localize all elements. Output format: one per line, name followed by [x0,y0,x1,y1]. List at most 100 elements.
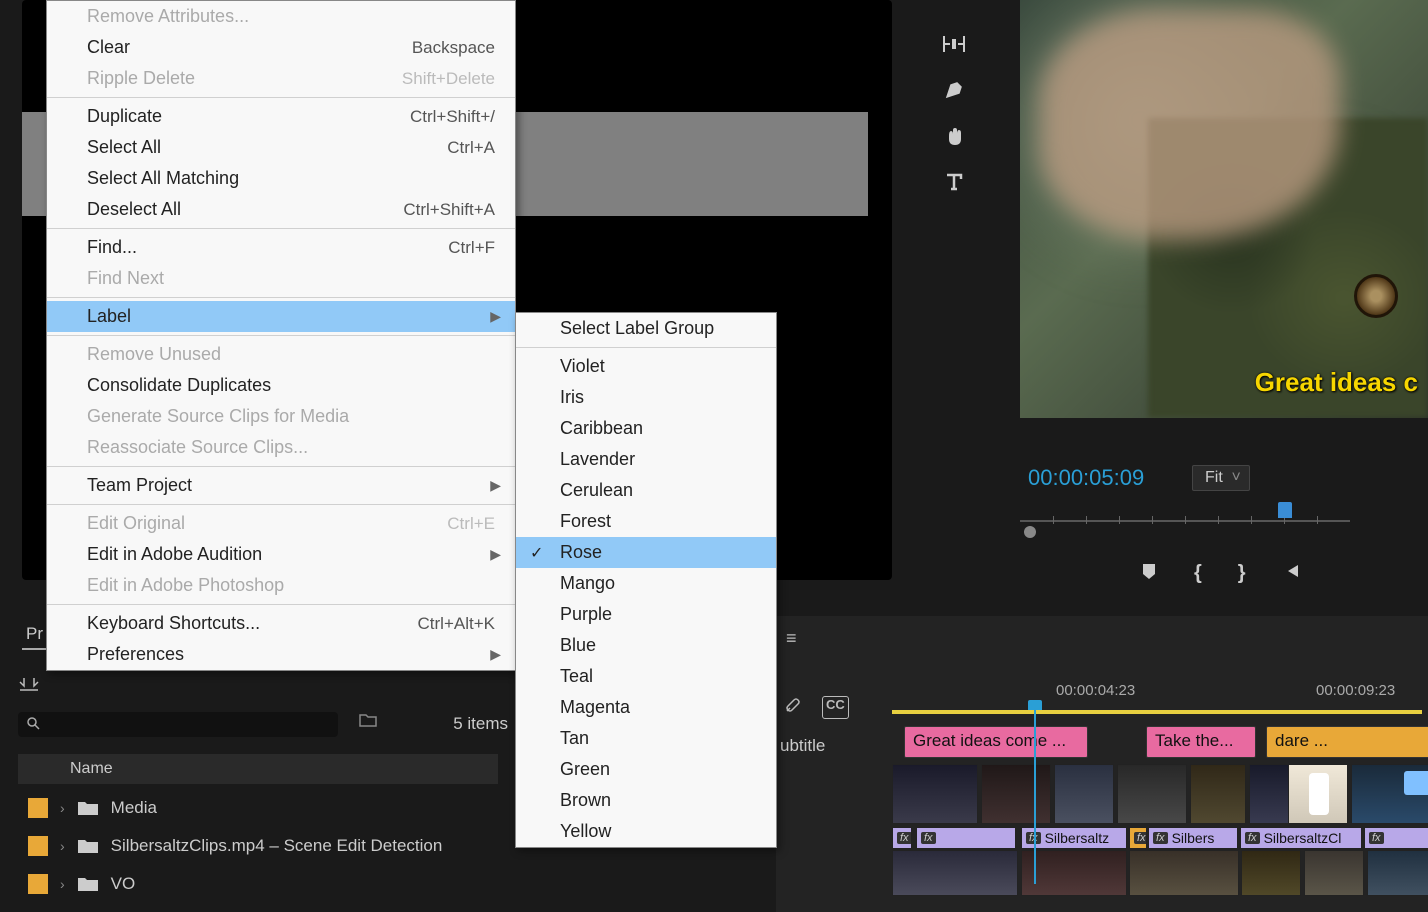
edit-context-menu: Remove Attributes...ClearBackspaceRipple… [46,0,516,671]
type-tool[interactable] [940,168,968,196]
submenu-item[interactable]: Select Label Group [516,313,776,344]
work-area-bar[interactable] [892,710,1422,714]
chevron-right-icon[interactable]: › [60,800,65,816]
label-color-item[interactable]: Brown [516,785,776,816]
menu-item[interactable]: Edit in Adobe Audition▶ [47,539,515,570]
video-track-thumbnails[interactable] [892,764,1428,824]
timeline-ruler[interactable]: 00:00:04:23 00:00:09:23 [886,678,1426,708]
menu-item[interactable]: Select AllCtrl+A [47,132,515,163]
menu-item[interactable]: DuplicateCtrl+Shift+/ [47,101,515,132]
video-track-labels[interactable]: fx fx fx fx Silbersaltz fx fx Silbers fx… [892,827,1428,849]
import-icon[interactable] [18,674,40,697]
menu-item[interactable]: Team Project▶ [47,470,515,501]
menu-item-label: Clear [87,37,130,58]
label-color-item[interactable]: Caribbean [516,413,776,444]
label-color-item[interactable]: Yellow [516,816,776,847]
menu-item[interactable]: Label▶ [47,301,515,332]
label-color-item[interactable]: Tan [516,723,776,754]
caption-track[interactable]: Great ideas come ... Take the... dare ..… [892,726,1428,760]
label-color-item[interactable]: Violet [516,351,776,382]
label-color-name: Purple [560,604,612,624]
label-color-name: Brown [560,790,611,810]
menu-item: Edit OriginalCtrl+E [47,508,515,539]
menu-item[interactable]: Deselect AllCtrl+Shift+A [47,194,515,225]
menu-item: Edit in Adobe Photoshop [47,570,515,601]
bin-row[interactable]: › VO [18,868,518,900]
hand-tool[interactable] [940,122,968,150]
label-color-item[interactable]: Iris [516,382,776,413]
menu-item-label: Deselect All [87,199,181,220]
label-color-item[interactable]: Cerulean [516,475,776,506]
menu-item[interactable]: Find...Ctrl+F [47,232,515,263]
project-search[interactable] [18,712,338,737]
label-color-item[interactable]: Teal [516,661,776,692]
menu-item[interactable]: Consolidate Duplicates [47,370,515,401]
caption-clip[interactable]: Take the... [1146,726,1256,758]
label-color-item[interactable]: Lavender [516,444,776,475]
project-tab[interactable]: Pr [22,624,47,650]
chevron-right-icon[interactable]: › [60,838,65,854]
menu-item: Generate Source Clips for Media [47,401,515,432]
menu-item-label: Edit in Adobe Audition [87,544,262,565]
menu-item[interactable]: ClearBackspace [47,32,515,63]
pen-tool[interactable] [940,76,968,104]
caption-clip[interactable]: dare ... [1266,726,1428,758]
clip[interactable]: fx Silbersaltz [1021,827,1127,849]
go-to-in-button[interactable] [1282,562,1302,586]
menu-item[interactable]: Preferences▶ [47,639,515,670]
menu-item-shortcut: Ctrl+F [448,238,495,258]
label-color-item[interactable]: Blue [516,630,776,661]
subtitle-track-button[interactable]: ubtitle [780,736,825,756]
menu-item-label: Select All [87,137,161,158]
scrubber-playhead[interactable] [1278,502,1292,518]
clip[interactable]: fx [1364,827,1428,849]
bin-row[interactable]: › Media [18,792,518,824]
menu-item[interactable]: Keyboard Shortcuts...Ctrl+Alt+K [47,608,515,639]
zoom-dropdown[interactable]: Fit [1192,465,1250,491]
menu-item-label: Team Project [87,475,192,496]
program-monitor[interactable]: Great ideas c [1020,0,1428,418]
panel-menu-icon[interactable]: ≡ [786,628,797,649]
new-bin-icon[interactable] [358,712,378,733]
menu-item-label: Remove Unused [87,344,221,365]
clip-name: Silbers [1172,830,1215,846]
ripple-edit-tool[interactable] [940,30,968,58]
scrubber-start[interactable] [1024,526,1036,538]
items-count: 5 items [453,714,508,734]
label-color-item[interactable]: Purple [516,599,776,630]
column-header-name[interactable]: Name [18,754,498,784]
clip[interactable]: fx [1129,827,1147,849]
bin-row[interactable]: › SilbersaltzClips.mp4 – Scene Edit Dete… [18,830,518,862]
mark-in-button[interactable]: { [1194,562,1202,586]
fx-badge-icon: fx [897,832,912,844]
label-color-item[interactable]: ✓Rose [516,537,776,568]
menu-item-label: Generate Source Clips for Media [87,406,349,427]
label-color-item[interactable]: Mango [516,568,776,599]
label-color-name: Green [560,759,610,779]
menu-item[interactable]: Select All Matching [47,163,515,194]
chevron-right-icon[interactable]: › [60,876,65,892]
program-timecode[interactable]: 00:00:05:09 [1028,465,1144,491]
clip[interactable]: fx SilbersaltzCl [1240,827,1362,849]
add-marker-button[interactable] [1140,562,1158,586]
menu-item-label: Preferences [87,644,184,665]
label-color-name: Blue [560,635,596,655]
menu-item-label: Reassociate Source Clips... [87,437,308,458]
label-color-item[interactable]: Magenta [516,692,776,723]
clip[interactable]: fx [916,827,1016,849]
menu-item: Remove Unused [47,339,515,370]
label-color-item[interactable]: Forest [516,506,776,537]
cc-icon[interactable]: CC [822,696,849,719]
mark-out-button[interactable]: } [1238,562,1246,586]
wrench-icon[interactable] [784,696,802,719]
check-icon: ✓ [530,543,543,563]
label-swatch [28,836,48,856]
playback-scrubber[interactable] [1020,512,1350,532]
label-color-item[interactable]: Green [516,754,776,785]
clip[interactable]: fx Silbers [1148,827,1238,849]
tools-vertical [940,30,968,196]
video-track-thumbnails-2[interactable] [892,850,1428,896]
caption-clip[interactable]: Great ideas come ... [904,726,1088,758]
clip[interactable]: fx [892,827,912,849]
label-color-name: Teal [560,666,593,686]
